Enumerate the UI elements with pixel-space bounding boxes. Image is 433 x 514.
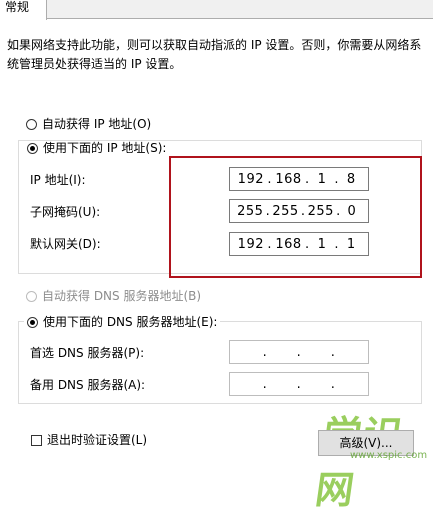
validate-on-exit-label: 退出时验证设置(L): [47, 433, 148, 447]
preferred-dns-label: 首选 DNS 服务器(P):: [30, 346, 145, 360]
manual-ip-radio[interactable]: [27, 142, 38, 154]
description-text: 如果网络支持此功能，则可以获取自动指派的 IP 设置。否则，你需要从网络系统管理…: [7, 38, 422, 71]
highlight-box: [169, 156, 422, 278]
manual-dns-radio[interactable]: [27, 316, 38, 328]
auto-dns-label: 自动获得 DNS 服务器地址(B): [42, 289, 202, 303]
auto-ip-label: 自动获得 IP 地址(O): [42, 117, 152, 131]
alternate-dns-label: 备用 DNS 服务器(A):: [30, 378, 146, 392]
preferred-dns-field[interactable]: . . .: [229, 340, 369, 364]
auto-ip-radio-row[interactable]: 自动获得 IP 地址(O): [26, 117, 151, 131]
validate-on-exit-checkbox[interactable]: [31, 434, 42, 446]
auto-ip-radio[interactable]: [26, 118, 37, 130]
manual-ip-label: 使用下面的 IP 地址(S):: [43, 141, 167, 155]
watermark-url: www.xspic.com: [350, 450, 428, 461]
auto-dns-radio-row[interactable]: 自动获得 DNS 服务器地址(B): [26, 289, 201, 303]
manual-dns-label: 使用下面的 DNS 服务器地址(E):: [43, 315, 218, 329]
advanced-button-label: 高级(V)...: [339, 436, 393, 450]
default-gateway-label: 默认网关(D):: [30, 237, 101, 251]
ip-address-label: IP 地址(I):: [30, 173, 86, 187]
alternate-dns-field[interactable]: . . .: [229, 372, 369, 396]
tab-general-label: 常规: [5, 0, 30, 14]
manual-dns-radio-row[interactable]: 使用下面的 DNS 服务器地址(E):: [24, 315, 221, 329]
manual-ip-radio-row[interactable]: 使用下面的 IP 地址(S):: [24, 141, 170, 155]
tab-general[interactable]: 常规: [0, 0, 47, 20]
auto-dns-radio[interactable]: [26, 290, 37, 302]
validate-on-exit-row[interactable]: 退出时验证设置(L): [31, 433, 147, 447]
subnet-mask-label: 子网掩码(U):: [30, 205, 101, 219]
tab-strip: [0, 0, 433, 19]
